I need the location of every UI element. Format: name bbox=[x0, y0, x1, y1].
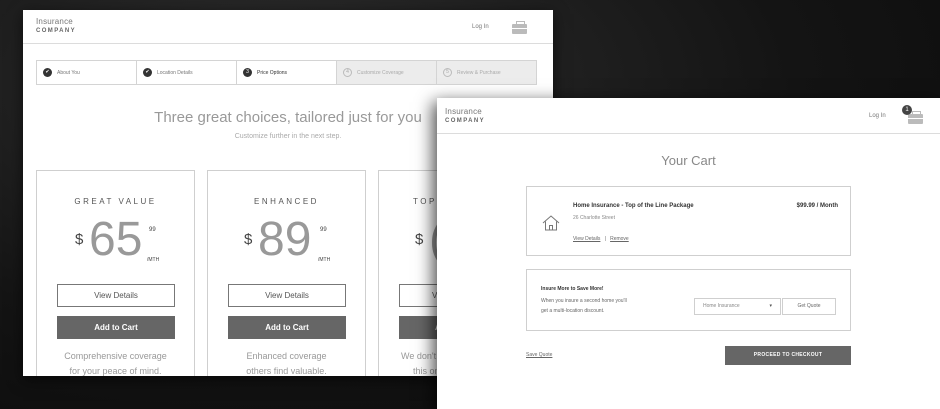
view-details-button[interactable]: View Details bbox=[57, 284, 175, 307]
plan-description: Comprehensive coverage for your peace of… bbox=[37, 349, 194, 376]
insurance-type-select[interactable]: Home Insurance ▾ bbox=[694, 298, 781, 315]
price-period: /MTH bbox=[147, 257, 160, 263]
remove-link[interactable]: Remove bbox=[610, 236, 629, 242]
promo-line: get a multi-location discount. bbox=[541, 308, 605, 314]
step-label: Location Details bbox=[157, 69, 193, 76]
currency-symbol: $ bbox=[415, 231, 424, 248]
desc-line: for your peace of mind. bbox=[69, 366, 162, 376]
price-amount: 89 bbox=[258, 213, 312, 266]
step-label: Customize Coverage bbox=[357, 69, 404, 76]
logo-line2: COMPANY bbox=[445, 118, 486, 124]
product-name: Home Insurance - Top of the Line Package bbox=[573, 203, 694, 209]
step-review-purchase: 5 Review & Purchase bbox=[437, 61, 536, 84]
house-icon bbox=[542, 215, 560, 231]
header: Insurance COMPANY Log In bbox=[23, 10, 553, 44]
step-number: 3 bbox=[243, 68, 252, 77]
plan-price: $ 65 99 /MTH bbox=[37, 215, 194, 265]
step-label: About You bbox=[57, 69, 80, 76]
desc-line: Comprehensive coverage bbox=[64, 351, 167, 361]
view-details-button[interactable]: View Details bbox=[228, 284, 346, 307]
step-price-options[interactable]: 3 Price Options bbox=[237, 61, 337, 84]
price-period: /MTH bbox=[318, 257, 331, 263]
add-to-cart-button[interactable]: Add to Cart bbox=[57, 316, 175, 339]
promo-text: When you insure a second home you'll get… bbox=[541, 296, 671, 316]
plan-title: ENHANCED bbox=[254, 197, 319, 206]
login-link[interactable]: Log In bbox=[472, 24, 489, 30]
cart-window: Insurance COMPANY Log In 1 Your Cart Hom… bbox=[437, 98, 940, 409]
product-address: 26 Charlotte Street bbox=[573, 215, 615, 221]
price-cents: 99 bbox=[320, 227, 327, 233]
plan-title: GREAT VALUE bbox=[74, 197, 157, 206]
plan-description: Enhanced coverage others find valuable. bbox=[208, 349, 365, 376]
logo-line1: Insurance bbox=[36, 17, 73, 26]
cart-title: Your Cart bbox=[661, 153, 716, 168]
add-to-cart-button[interactable]: Add to Cart bbox=[228, 316, 346, 339]
logo-line1: Insurance bbox=[445, 107, 482, 116]
product-price: $99.99 / Month bbox=[796, 203, 838, 209]
select-value: Home Insurance bbox=[703, 303, 740, 309]
cart-item: Home Insurance - Top of the Line Package… bbox=[526, 186, 851, 256]
step-location-details[interactable]: ✔ Location Details bbox=[137, 61, 237, 84]
get-quote-button[interactable]: Get Quote bbox=[782, 298, 836, 315]
plan-card-great-value: GREAT VALUE $ 65 99 /MTH View Details Ad… bbox=[36, 170, 195, 376]
step-label: Review & Purchase bbox=[457, 69, 501, 76]
link-separator: | bbox=[604, 236, 606, 242]
check-icon: ✔ bbox=[143, 68, 152, 77]
proceed-to-checkout-button[interactable]: PROCEED TO CHECKOUT bbox=[725, 346, 851, 365]
promo-heading: Insure More to Save More! bbox=[541, 286, 604, 292]
desc-line: Enhanced coverage bbox=[246, 351, 327, 361]
step-customize-coverage: 4 Customize Coverage bbox=[337, 61, 437, 84]
cart-count-badge: 1 bbox=[902, 105, 912, 115]
progress-stepper: ✔ About You ✔ Location Details 3 Price O… bbox=[36, 60, 537, 85]
promo-line: When you insure a second home you'll bbox=[541, 298, 627, 304]
price-amount: 65 bbox=[89, 213, 143, 266]
step-number: 4 bbox=[343, 68, 352, 77]
check-icon: ✔ bbox=[43, 68, 52, 77]
currency-symbol: $ bbox=[75, 231, 84, 248]
promo-panel: Insure More to Save More! When you insur… bbox=[526, 269, 851, 331]
briefcase-icon[interactable] bbox=[908, 111, 923, 124]
header: Insurance COMPANY Log In 1 bbox=[437, 98, 940, 134]
chevron-down-icon: ▾ bbox=[769, 303, 772, 309]
login-link[interactable]: Log In bbox=[869, 113, 886, 119]
item-actions: View Details | Remove bbox=[573, 236, 629, 242]
currency-symbol: $ bbox=[244, 231, 253, 248]
plan-price: $ 89 99 /MTH bbox=[208, 215, 365, 265]
step-about-you[interactable]: ✔ About You bbox=[37, 61, 137, 84]
desc-line: others find valuable. bbox=[246, 366, 327, 376]
price-cents: 99 bbox=[149, 227, 156, 233]
view-details-link[interactable]: View Details bbox=[573, 236, 600, 242]
step-label: Price Options bbox=[257, 69, 288, 76]
briefcase-icon[interactable] bbox=[512, 21, 527, 34]
plan-card-enhanced: ENHANCED $ 89 99 /MTH View Details Add t… bbox=[207, 170, 366, 376]
step-number: 5 bbox=[443, 68, 452, 77]
save-quote-link[interactable]: Save Quote bbox=[526, 352, 552, 358]
logo-line2: COMPANY bbox=[36, 28, 77, 34]
